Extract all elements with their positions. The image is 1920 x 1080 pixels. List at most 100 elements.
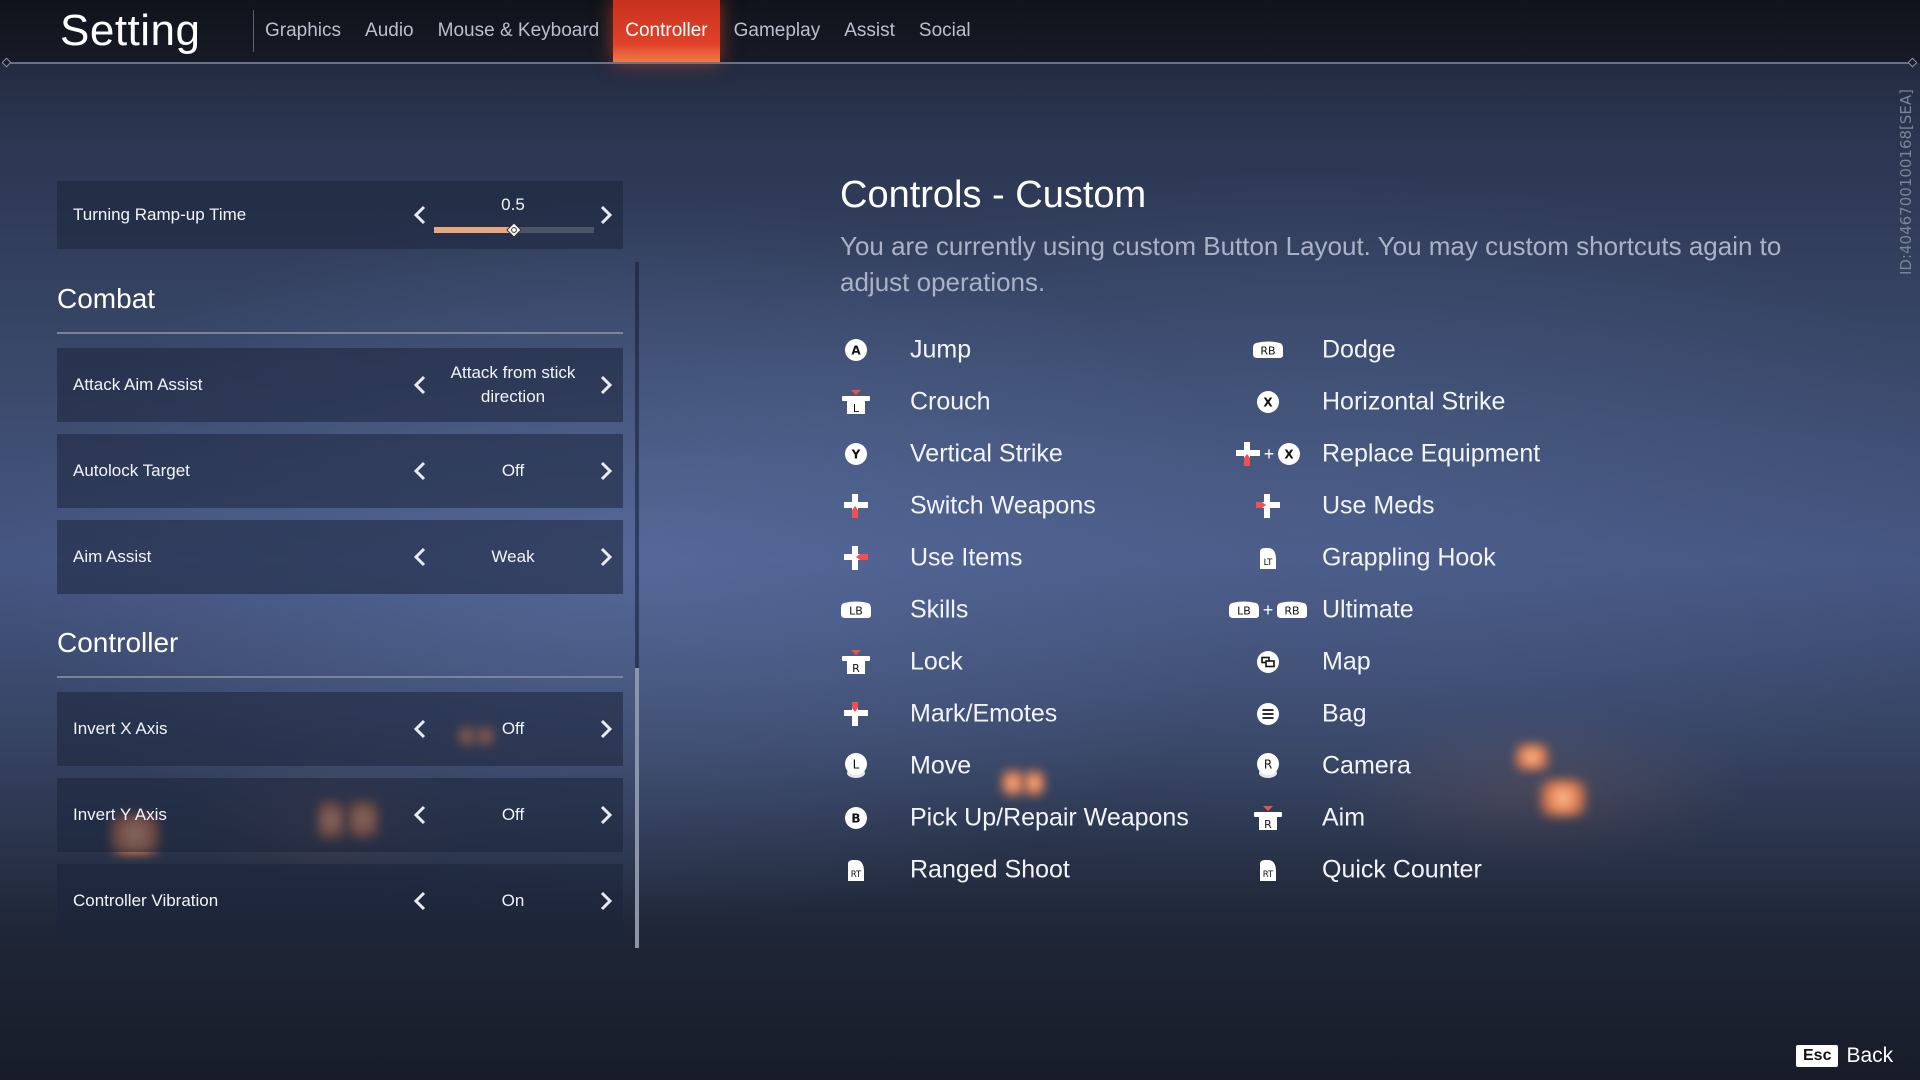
binding-action: Camera <box>1322 751 1411 780</box>
previous-value-button[interactable] <box>407 800 433 830</box>
slider-fill <box>434 227 514 233</box>
previous-value-button[interactable] <box>407 200 433 230</box>
setting-value: Off <box>501 461 525 480</box>
binding-jump[interactable]: A Jump <box>806 330 1206 370</box>
tab-bar: Graphics Audio Mouse & Keyboard Controller G… <box>253 0 983 62</box>
back-label: Back <box>1846 1044 1894 1067</box>
binding-keys: L <box>806 382 906 422</box>
previous-value-button[interactable] <box>407 886 433 916</box>
settings-scrollbar[interactable] <box>635 262 639 948</box>
dpad-down-icon <box>843 493 869 519</box>
setting-label: Turning Ramp-up Time <box>73 205 247 224</box>
svg-text:L: L <box>853 402 860 415</box>
tab-gameplay[interactable]: Gameplay <box>722 0 833 62</box>
a-button-icon: A <box>844 338 868 362</box>
svg-text:RT: RT <box>851 870 862 880</box>
next-value-button[interactable] <box>593 542 619 572</box>
svg-text:X: X <box>1285 448 1295 462</box>
menu-button-icon <box>1256 702 1280 726</box>
binding-move[interactable]: L Move <box>806 746 1206 786</box>
previous-value-button[interactable] <box>407 370 433 400</box>
binding-action: Dodge <box>1322 335 1396 364</box>
binding-action: Replace Equipment <box>1322 439 1541 468</box>
binding-pick-up-repair-weapons[interactable]: B Pick Up/Repair Weapons <box>806 798 1206 838</box>
left-stick-icon: L <box>843 752 869 780</box>
binding-aim[interactable]: R Aim <box>1218 798 1618 838</box>
player-id-text: ID:4046700100168[SEA] <box>1897 88 1915 276</box>
binding-skills[interactable]: LB Skills <box>806 590 1206 630</box>
chevron-left-icon <box>413 719 426 739</box>
tab-audio[interactable]: Audio <box>353 0 426 62</box>
binding-action: Ranged Shoot <box>910 855 1070 884</box>
svg-text:R: R <box>852 662 860 675</box>
binding-action: Skills <box>910 595 969 624</box>
binding-quick-counter[interactable]: RT Quick Counter <box>1218 850 1618 890</box>
right-stick-press-icon: R <box>1253 805 1283 831</box>
y-button-icon: Y <box>844 442 868 466</box>
setting-row-controller-vibration: Controller Vibration On <box>57 864 623 938</box>
next-value-button[interactable] <box>593 370 619 400</box>
svg-text:Y: Y <box>851 448 861 462</box>
tab-graphics[interactable]: Graphics <box>253 0 353 62</box>
header-divider-line <box>8 62 1912 64</box>
binding-keys: LB <box>806 590 906 630</box>
next-value-button[interactable] <box>593 714 619 744</box>
chevron-left-icon <box>413 547 426 567</box>
tab-controller[interactable]: Controller <box>613 0 720 62</box>
tab-social[interactable]: Social <box>907 0 983 62</box>
setting-value: Attack from stick direction <box>450 363 576 406</box>
binding-switch-weapons[interactable]: Switch Weapons <box>806 486 1206 526</box>
binding-grappling-hook[interactable]: LT Grappling Hook <box>1218 538 1618 578</box>
binding-ultimate[interactable]: LB + RB Ultimate <box>1218 590 1618 630</box>
chevron-right-icon <box>600 719 613 739</box>
rt-trigger-icon: RT <box>1258 858 1278 882</box>
binding-keys: + X <box>1218 434 1318 474</box>
binding-action: Move <box>910 751 972 780</box>
binding-keys: LT <box>1218 538 1318 578</box>
binding-crouch[interactable]: L Crouch <box>806 382 1206 422</box>
dpad-up-icon <box>843 701 869 727</box>
binding-map[interactable]: Map <box>1218 642 1618 682</box>
svg-text:A: A <box>851 344 861 358</box>
next-value-button[interactable] <box>593 886 619 916</box>
binding-lock[interactable]: R Lock <box>806 642 1206 682</box>
previous-value-button[interactable] <box>407 456 433 486</box>
binding-use-meds[interactable]: Use Meds <box>1218 486 1618 526</box>
setting-row-autolock-target: Autolock Target Off <box>57 434 623 508</box>
binding-ranged-shoot[interactable]: RT Ranged Shoot <box>806 850 1206 890</box>
next-value-button[interactable] <box>593 800 619 830</box>
chevron-right-icon <box>600 547 613 567</box>
setting-row-turning-ramp-up-time: Turning Ramp-up Time 0.5 <box>57 181 623 249</box>
esc-key-hint: Esc <box>1796 1045 1839 1067</box>
binding-action: Quick Counter <box>1322 855 1482 884</box>
page-title: Setting <box>60 6 201 55</box>
binding-vertical-strike[interactable]: Y Vertical Strike <box>806 434 1206 474</box>
binding-bag[interactable]: Bag <box>1218 694 1618 734</box>
svg-text:R: R <box>1264 758 1272 772</box>
binding-horizontal-strike[interactable]: X Horizontal Strike <box>1218 382 1618 422</box>
back-button[interactable]: Esc Back <box>1796 1044 1893 1068</box>
next-value-button[interactable] <box>593 200 619 230</box>
binding-use-items[interactable]: Use Items <box>806 538 1206 578</box>
binding-action: Use Items <box>910 543 1023 572</box>
svg-text:X: X <box>1263 396 1273 410</box>
binding-mark-emotes[interactable]: Mark/Emotes <box>806 694 1206 734</box>
tab-assist[interactable]: Assist <box>832 0 907 62</box>
tab-mouse-keyboard[interactable]: Mouse & Keyboard <box>426 0 612 62</box>
binding-keys <box>806 486 906 526</box>
turning-ramp-slider[interactable] <box>434 222 594 238</box>
binding-keys: LB + RB <box>1218 590 1318 630</box>
scrollbar-thumb[interactable] <box>635 668 639 948</box>
binding-dodge[interactable]: RB Dodge <box>1218 330 1618 370</box>
slider-thumb[interactable] <box>506 222 522 238</box>
binding-replace-equipment[interactable]: + X Replace Equipment <box>1218 434 1618 474</box>
previous-value-button[interactable] <box>407 714 433 744</box>
setting-label: Controller Vibration <box>73 891 219 910</box>
binding-camera[interactable]: R Camera <box>1218 746 1618 786</box>
lt-trigger-icon: LT <box>1258 546 1278 570</box>
dpad-down-icon <box>1235 441 1261 467</box>
binding-action: Use Meds <box>1322 491 1435 520</box>
previous-value-button[interactable] <box>407 542 433 572</box>
binding-keys: RT <box>1218 850 1318 890</box>
next-value-button[interactable] <box>593 456 619 486</box>
